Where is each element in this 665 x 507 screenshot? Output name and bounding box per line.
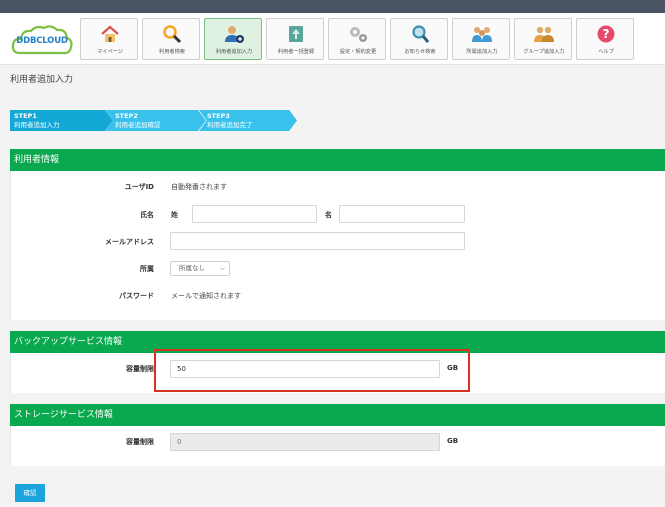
- nav-mypage[interactable]: マイページ: [80, 18, 138, 60]
- search-user-icon: [143, 22, 201, 46]
- step-label: 利用者追加確認: [115, 120, 161, 129]
- upload-icon: [267, 22, 325, 46]
- storage-section-header: ストレージサービス情報: [10, 404, 665, 426]
- nav-notice-search[interactable]: お知らせ検索: [390, 18, 448, 60]
- nav-affiliation-add[interactable]: 所属追加入力: [452, 18, 510, 60]
- first-name-input[interactable]: [339, 205, 465, 223]
- password-label: パスワード: [119, 292, 154, 300]
- add-users-group-icon: [515, 22, 573, 46]
- add-group-icon: [453, 22, 511, 46]
- backup-capacity-label: 容量制限: [126, 365, 154, 373]
- storage-capacity-input: 0: [170, 433, 440, 451]
- nav-user-add[interactable]: 利用者追加入力: [204, 18, 262, 60]
- email-label: メールアドレス: [105, 238, 154, 246]
- storage-section: 容量制限 0 GB: [10, 426, 665, 466]
- nav-label: ヘルプ: [598, 49, 614, 55]
- nav-label: お知らせ検索: [404, 49, 436, 55]
- affiliation-selected: 所属なし: [179, 264, 205, 272]
- logo-text: DDBCLOUD: [16, 36, 68, 46]
- home-icon: [81, 22, 139, 46]
- nav-user-search[interactable]: 利用者検索: [142, 18, 200, 60]
- storage-capacity-unit: GB: [447, 437, 459, 445]
- step-number: STEP1: [14, 111, 37, 120]
- nav-label: マイページ: [97, 49, 123, 55]
- highlight-box: [154, 349, 470, 392]
- top-bar: [0, 0, 665, 13]
- search-notice-icon: [391, 22, 449, 46]
- nav-label: 利用者一括登録: [277, 49, 315, 55]
- nav-settings[interactable]: 設定・契約変更: [328, 18, 386, 60]
- svg-text:?: ?: [603, 27, 610, 41]
- page-title: 利用者追加入力: [10, 75, 74, 85]
- header: DDBCLOUD マイページ 利用者検索 利用者追加入力 利用者一括登録 設定・…: [0, 13, 665, 65]
- email-input[interactable]: [170, 232, 465, 250]
- last-name-input[interactable]: [192, 205, 317, 223]
- nav-label: グループ追加入力: [523, 49, 565, 55]
- ddbcloud-logo[interactable]: DDBCLOUD: [10, 23, 74, 59]
- nav-group-add[interactable]: グループ追加入力: [514, 18, 572, 60]
- nav-label: 利用者検索: [159, 49, 185, 55]
- nav-label: 所属追加入力: [466, 49, 498, 55]
- nav-help[interactable]: ? ヘルプ: [576, 18, 634, 60]
- confirm-button[interactable]: 確認: [15, 484, 45, 502]
- help-icon: ?: [577, 22, 635, 46]
- affiliation-label: 所属: [140, 265, 154, 273]
- first-name-label: 名: [325, 211, 332, 219]
- step-3: STEP3 利用者追加完了: [199, 110, 297, 131]
- affiliation-select[interactable]: 所属なし ⌵: [170, 261, 230, 276]
- add-user-icon: [205, 22, 263, 46]
- nav-label: 利用者追加入力: [215, 49, 253, 55]
- user-info-section: ユーザID 自動発番されます 氏名 姓 名 メールアドレス 所属 所属なし ⌵ …: [10, 171, 665, 320]
- step-2: STEP2 利用者追加確認: [105, 110, 206, 131]
- gear-icon: [329, 22, 387, 46]
- nav-label: 設定・契約変更: [339, 49, 377, 55]
- user-info-section-header: 利用者情報: [10, 149, 665, 171]
- step-1: STEP1 利用者追加入力: [10, 110, 113, 131]
- name-label: 氏名: [140, 211, 154, 219]
- user-id-value: 自動発番されます: [171, 183, 227, 191]
- user-id-label: ユーザID: [124, 183, 154, 191]
- step-number: STEP2: [115, 111, 138, 120]
- password-value: メールで通知されます: [171, 292, 241, 300]
- storage-capacity-label: 容量制限: [126, 438, 154, 446]
- step-label: 利用者追加入力: [14, 120, 60, 129]
- last-name-label: 姓: [171, 211, 178, 219]
- chevron-down-icon: ⌵: [219, 264, 225, 272]
- step-label: 利用者追加完了: [207, 120, 253, 129]
- nav-user-bulk[interactable]: 利用者一括登録: [266, 18, 324, 60]
- step-number: STEP3: [207, 111, 230, 120]
